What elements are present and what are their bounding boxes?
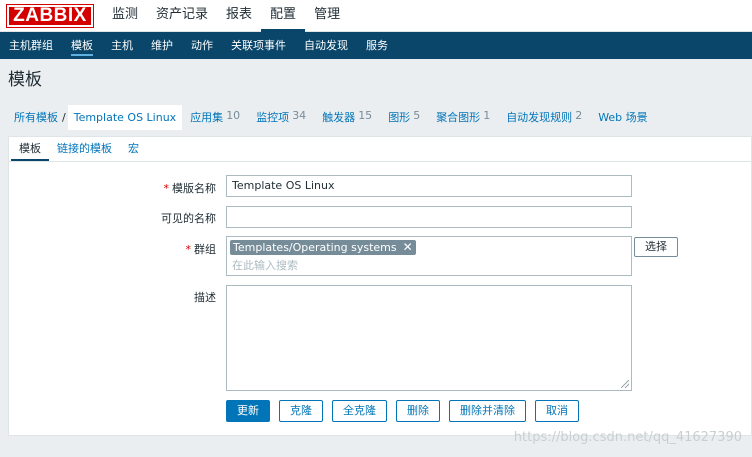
update-button[interactable]: 更新 (226, 400, 270, 422)
sub-menu-maintenance[interactable]: 维护 (142, 32, 182, 59)
breadcrumb-all-templates[interactable]: 所有模板 (8, 109, 62, 125)
breadcrumb-separator: / (62, 110, 66, 124)
breadcrumb: 所有模板 / Template OS Linux 应用集 10 监控项 34 触发器… (0, 103, 752, 131)
sub-menu-hosts[interactable]: 主机 (102, 32, 142, 59)
remove-chip-icon[interactable]: ✕ (403, 240, 413, 255)
breadcrumb-item-discovery-rules[interactable]: 自动发现规则 2 (498, 109, 590, 125)
visible-name-label: 可见的名称 (161, 212, 216, 225)
tab-macros[interactable]: 宏 (120, 137, 147, 161)
top-bar: ZABBIX 监测 资产记录 报表 配置 管理 (0, 0, 752, 32)
description-textarea[interactable] (226, 285, 632, 391)
form-tabs: 模板 链接的模板 宏 (9, 137, 751, 162)
sub-menu-host-groups[interactable]: 主机群组 (0, 32, 62, 59)
resize-grip-icon[interactable] (621, 380, 629, 388)
top-menu-monitoring[interactable]: 监测 (103, 0, 147, 32)
top-menu-reports[interactable]: 报表 (217, 0, 261, 32)
cancel-button[interactable]: 取消 (535, 400, 579, 422)
visible-name-input[interactable] (226, 206, 632, 228)
sub-menu-discovery[interactable]: 自动发现 (295, 32, 357, 59)
template-form-panel: 模板 链接的模板 宏 * 模版名称 Template OS Linux 可见的名称… (8, 136, 752, 436)
sub-menu-services[interactable]: 服务 (357, 32, 397, 59)
tab-template[interactable]: 模板 (11, 137, 49, 161)
group-chip-label: Templates/Operating systems (233, 241, 397, 254)
top-menu-inventory[interactable]: 资产记录 (147, 0, 217, 32)
full-clone-button[interactable]: 全克隆 (332, 400, 387, 422)
zabbix-logo[interactable]: ZABBIX (6, 3, 94, 28)
top-menu-administration[interactable]: 管理 (305, 0, 349, 32)
tab-linked-templates[interactable]: 链接的模板 (49, 137, 120, 161)
breadcrumb-item-screens[interactable]: 聚合图形 1 (428, 109, 498, 125)
clone-button[interactable]: 克隆 (279, 400, 323, 422)
breadcrumb-current-template[interactable]: Template OS Linux (67, 104, 183, 130)
top-menu: 监测 资产记录 报表 配置 管理 (103, 0, 349, 32)
breadcrumb-item-web-scenarios[interactable]: Web 场景 (590, 109, 655, 125)
watermark: https://blog.csdn.net/qq_41627390 (513, 430, 742, 445)
sub-menu-templates[interactable]: 模板 (62, 32, 102, 59)
breadcrumb-item-applications[interactable]: 应用集 10 (182, 109, 248, 125)
group-chip: Templates/Operating systems ✕ (230, 240, 416, 255)
description-label: 描述 (194, 291, 216, 304)
sub-menu-event-correlation[interactable]: 关联项事件 (222, 32, 295, 59)
delete-and-clear-button[interactable]: 删除并清除 (449, 400, 526, 422)
groups-multiselect[interactable]: Templates/Operating systems ✕ 在此输入搜索 (226, 236, 632, 276)
breadcrumb-item-triggers[interactable]: 触发器 15 (314, 109, 380, 125)
sub-menu-actions[interactable]: 动作 (182, 32, 222, 59)
template-name-label: * 模版名称 (163, 182, 217, 195)
delete-button[interactable]: 删除 (396, 400, 440, 422)
groups-select-button[interactable]: 选择 (634, 237, 678, 257)
top-menu-configuration[interactable]: 配置 (261, 0, 306, 32)
template-name-input[interactable]: Template OS Linux (226, 175, 632, 197)
sub-menu: 主机群组 模板 主机 维护 动作 关联项事件 自动发现 服务 (0, 32, 752, 59)
breadcrumb-item-graphs[interactable]: 图形 5 (380, 109, 428, 125)
form-buttons: 更新 克隆 全克隆 删除 删除并清除 取消 (226, 400, 588, 422)
groups-label: * 群组 (185, 243, 217, 256)
breadcrumb-item-items[interactable]: 监控项 34 (248, 109, 314, 125)
page-title: 模板 (8, 70, 42, 90)
groups-search-placeholder[interactable]: 在此输入搜索 (232, 258, 298, 273)
